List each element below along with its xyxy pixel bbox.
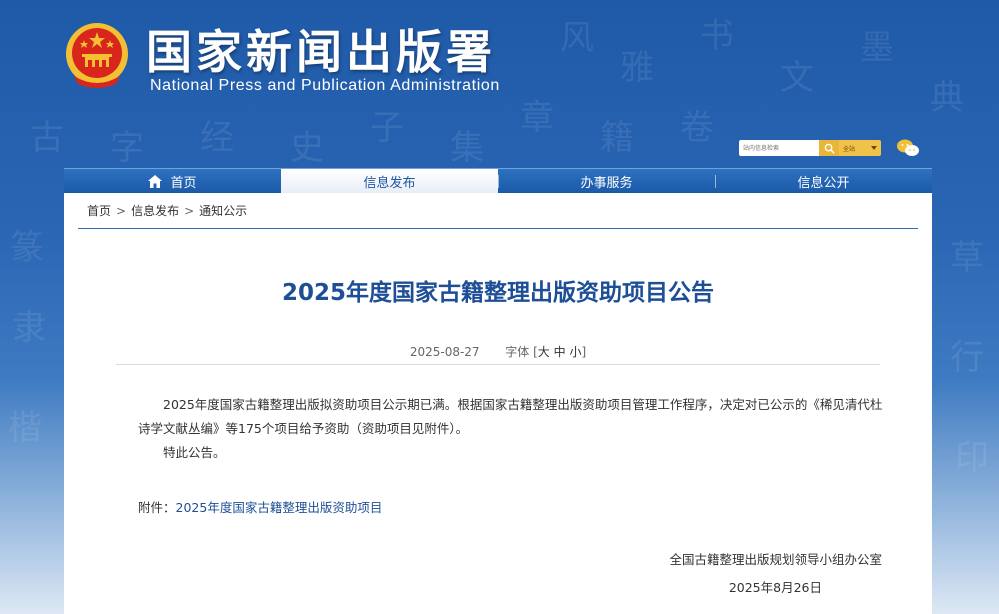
breadcrumb-home[interactable]: 首页 xyxy=(87,202,111,219)
article-paragraph: 2025年度国家古籍整理出版拟资助项目公示期已满。根据国家古籍整理出版资助项目管… xyxy=(138,397,883,436)
attachment: 附件：2025年度国家古籍整理出版资助项目 xyxy=(138,497,382,516)
breadcrumb-separator: > xyxy=(184,203,195,218)
site-header: 国家新闻出版署 National Press and Publication A… xyxy=(0,0,999,168)
site-search: 全站 xyxy=(739,140,881,156)
breadcrumb: 首页 > 信息发布 > 通知公示 xyxy=(78,193,918,229)
publish-date: 2025-08-27 xyxy=(409,345,480,359)
chevron-down-icon xyxy=(871,146,877,150)
nav-item-label: 信息公开 xyxy=(797,175,850,191)
font-small-button[interactable]: 小 xyxy=(569,345,581,359)
search-scope-label: 全站 xyxy=(843,145,856,153)
article-body: 2025年度国家古籍整理出版拟资助项目公示期已满。根据国家古籍整理出版资助项目管… xyxy=(138,393,884,465)
search-scope-select[interactable]: 全站 xyxy=(839,140,881,156)
nav-item-home[interactable]: 首页 xyxy=(64,169,281,193)
site-subtitle: National Press and Publication Administr… xyxy=(150,77,500,94)
attachment-link[interactable]: 2025年度国家古籍整理出版资助项目 xyxy=(176,500,383,515)
signature-date: 2025年8月26日 xyxy=(728,580,822,595)
signature-org: 全国古籍整理出版规划领导小组办公室 xyxy=(669,552,882,567)
font-size-label: 字体 xyxy=(505,345,530,359)
national-emblem-icon xyxy=(66,23,128,88)
font-medium-button[interactable]: 中 xyxy=(554,345,566,359)
nav-item-info-disclosure[interactable]: 信息公开 xyxy=(715,169,932,193)
nav-item-label: 信息发布 xyxy=(363,175,416,191)
main-nav: 首页 信息发布 办事服务 信息公开 xyxy=(64,168,932,193)
breadcrumb-info-release[interactable]: 信息发布 xyxy=(131,202,179,219)
article-paragraph: 特此公告。 xyxy=(163,445,226,460)
attachment-label: 附件： xyxy=(138,500,176,515)
search-icon xyxy=(824,143,835,154)
nav-item-services[interactable]: 办事服务 xyxy=(498,169,715,193)
wechat-icon[interactable] xyxy=(896,138,920,158)
font-large-button[interactable]: 大 xyxy=(538,345,550,359)
site-title: 国家新闻出版署 xyxy=(146,25,496,79)
nav-item-label: 办事服务 xyxy=(580,175,633,191)
nav-item-info-release[interactable]: 信息发布 xyxy=(281,169,498,193)
article-title: 2025年度国家古籍整理出版资助项目公告 xyxy=(281,280,714,306)
breadcrumb-notices[interactable]: 通知公示 xyxy=(199,202,247,219)
font-bracket-close: ] xyxy=(581,345,587,359)
home-icon xyxy=(148,174,163,188)
nav-item-label: 首页 xyxy=(170,175,197,191)
breadcrumb-separator: > xyxy=(116,203,127,218)
content-panel: 首页 > 信息发布 > 通知公示 2025年度国家古籍整理出版资助项目公告 20… xyxy=(64,193,932,614)
search-input[interactable] xyxy=(739,140,819,156)
search-button[interactable] xyxy=(819,140,839,156)
article-meta: 2025-08-27 字体 [大 中 小] xyxy=(116,343,880,365)
